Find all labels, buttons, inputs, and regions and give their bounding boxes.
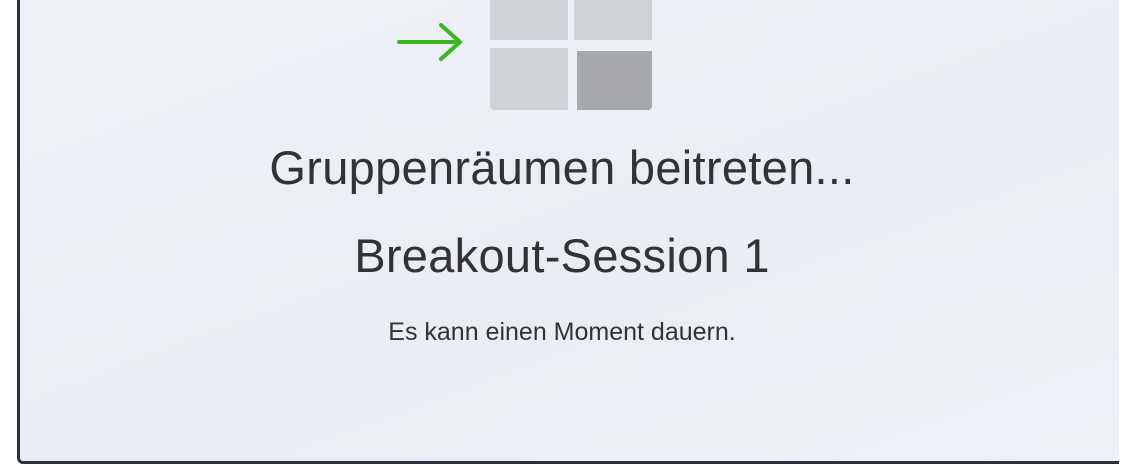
room-tile-icon [490,0,568,40]
wait-message: Es kann einen Moment dauern. [388,318,736,346]
active-room-tile-icon [577,51,652,110]
session-name: Breakout-Session 1 [354,229,770,282]
arrow-right-icon [397,22,465,62]
breakout-rooms-icon [490,0,652,110]
room-tile-icon [490,48,568,110]
room-tile-icon [574,0,652,40]
dialog-title: Gruppenräumen beitreten... [269,141,855,194]
